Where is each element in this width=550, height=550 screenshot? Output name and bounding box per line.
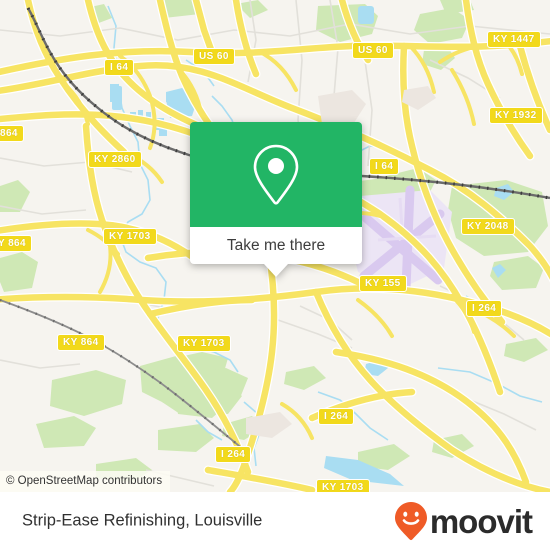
road-shield: KY 2860 bbox=[88, 151, 142, 168]
moovit-wordmark: moovit bbox=[429, 502, 533, 540]
road-shield: I 64 bbox=[369, 158, 400, 175]
road-shield: 864 bbox=[0, 125, 24, 142]
moovit-smile-pin-icon bbox=[394, 502, 427, 541]
road-shield: I 264 bbox=[215, 446, 252, 463]
road-shield: US 60 bbox=[352, 42, 394, 59]
popup-image-area bbox=[190, 122, 362, 227]
road-shield: Y 864 bbox=[0, 235, 32, 252]
road-shield: KY 1703 bbox=[316, 479, 370, 492]
moovit-logo[interactable]: moovit bbox=[394, 501, 533, 541]
location-popup[interactable]: Take me there bbox=[190, 122, 362, 277]
footer-bar: Strip-Ease Refinishing, Louisville moovi… bbox=[0, 492, 550, 550]
take-me-there-button[interactable]: Take me there bbox=[190, 227, 362, 264]
road-shield: US 60 bbox=[193, 48, 235, 65]
road-shield: KY 1932 bbox=[489, 107, 543, 124]
road-shield: KY 864 bbox=[57, 334, 105, 351]
road-shield: KY 155 bbox=[359, 275, 407, 292]
take-me-there-label: Take me there bbox=[226, 236, 326, 254]
road-shield: KY 1703 bbox=[177, 335, 231, 352]
place-title: Strip-Ease Refinishing, Louisville bbox=[22, 511, 263, 530]
road-shield: I 264 bbox=[466, 300, 503, 317]
road-shield: I 64 bbox=[104, 59, 135, 76]
road-shield: KY 1703 bbox=[103, 228, 157, 245]
map-page: KY 1447 US 60 US 60 I 64 KY 1932 KY 2860 I 64 8… bbox=[0, 0, 550, 550]
road-shield: KY 1447 bbox=[487, 31, 541, 48]
osm-attribution[interactable]: © OpenStreetMap contributors bbox=[0, 471, 171, 492]
road-shield: KY 2048 bbox=[461, 218, 515, 235]
popup-pointer bbox=[264, 264, 288, 277]
map-canvas[interactable]: KY 1447 US 60 US 60 I 64 KY 1932 KY 2860 I 64 8… bbox=[0, 0, 550, 492]
map-pin-icon bbox=[253, 144, 299, 205]
road-shield: I 264 bbox=[318, 408, 355, 425]
